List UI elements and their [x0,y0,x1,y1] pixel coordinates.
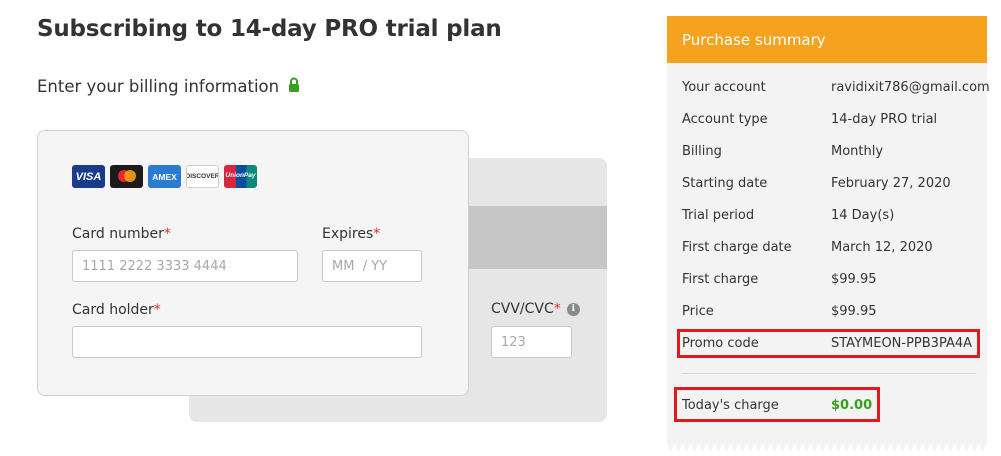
unionpay-logo: UnionPay [224,165,257,188]
expires-input[interactable]: MM / YY [322,250,422,282]
expires-placeholder: MM / YY [332,258,388,274]
card-number-input[interactable]: 1111 2222 3333 4444 [72,250,298,282]
card-logos: VISA AMEX DISCOVER UnionPay [72,165,257,188]
card-holder-label-text: Card holder [72,302,154,318]
summary-divider [682,373,976,374]
amex-logo: AMEX [148,165,181,188]
card-holder-required-marker: * [153,302,161,318]
summary-row-starting-date: Starting date February 27, 2020 [682,176,982,196]
summary-row-trial-period: Trial period 14 Day(s) [682,208,982,228]
summary-row-billing: Billing Monthly [682,144,982,164]
summary-key: Billing [682,144,722,159]
summary-row-first-charge-date: First charge date March 12, 2020 [682,240,982,260]
purchase-summary-panel: Purchase summary Your account ravidixit7… [667,16,990,451]
billing-heading-text: Enter your billing information [37,77,280,96]
purchase-summary-header: Purchase summary [667,16,987,63]
summary-key: Price [682,304,714,319]
receipt-zigzag-edge [667,443,987,451]
summary-key: Starting date [682,176,768,191]
summary-value: Monthly [831,144,884,159]
cvv-placeholder: 123 [501,334,526,350]
info-icon[interactable]: i [566,302,580,316]
summary-key: First charge date [682,240,792,255]
card-number-placeholder: 1111 2222 3333 4444 [82,258,227,274]
summary-key: First charge [682,272,759,287]
card-holder-label: Card holder* [72,302,161,318]
summary-row-account: Your account ravidixit786@gmail.com [682,80,990,100]
page-title: Subscribing to 14-day PRO trial plan [37,16,502,42]
card-number-required-marker: * [163,226,171,242]
promo-code-highlight-box [677,329,980,358]
summary-value: 14 Day(s) [831,208,895,223]
billing-heading: Enter your billing information [37,77,300,96]
summary-value: March 12, 2020 [831,240,933,255]
lock-icon [288,77,300,93]
summary-value: 14-day PRO trial [831,112,938,127]
summary-value: $99.95 [831,304,877,319]
cvv-label-text: CVV/CVC [491,301,554,317]
summary-key: Trial period [682,208,755,223]
cvv-label: CVV/CVC * i [491,301,580,317]
mastercard-logo [110,165,143,188]
expires-label: Expires* [322,226,380,242]
visa-logo: VISA [72,165,105,188]
summary-key: Your account [682,80,766,95]
cvv-input[interactable]: 123 [491,326,572,358]
card-front-panel: VISA AMEX DISCOVER UnionPay Card number*… [37,130,469,396]
summary-value: February 27, 2020 [831,176,951,191]
summary-row-price: Price $99.95 [682,304,982,324]
cvv-required-marker: * [553,301,561,317]
expires-label-text: Expires [322,226,374,242]
summary-value: $99.95 [831,272,877,287]
discover-logo: DISCOVER [186,165,219,188]
expires-required-marker: * [373,226,381,242]
card-holder-input[interactable] [72,326,422,358]
summary-row-first-charge: First charge $99.95 [682,272,982,292]
summary-value: ravidixit786@gmail.com [831,80,990,95]
summary-row-account-type: Account type 14-day PRO trial [682,112,982,132]
card-number-label-text: Card number [72,226,164,242]
summary-key: Account type [682,112,768,127]
todays-charge-highlight-box [674,387,880,422]
card-number-label: Card number* [72,226,171,242]
